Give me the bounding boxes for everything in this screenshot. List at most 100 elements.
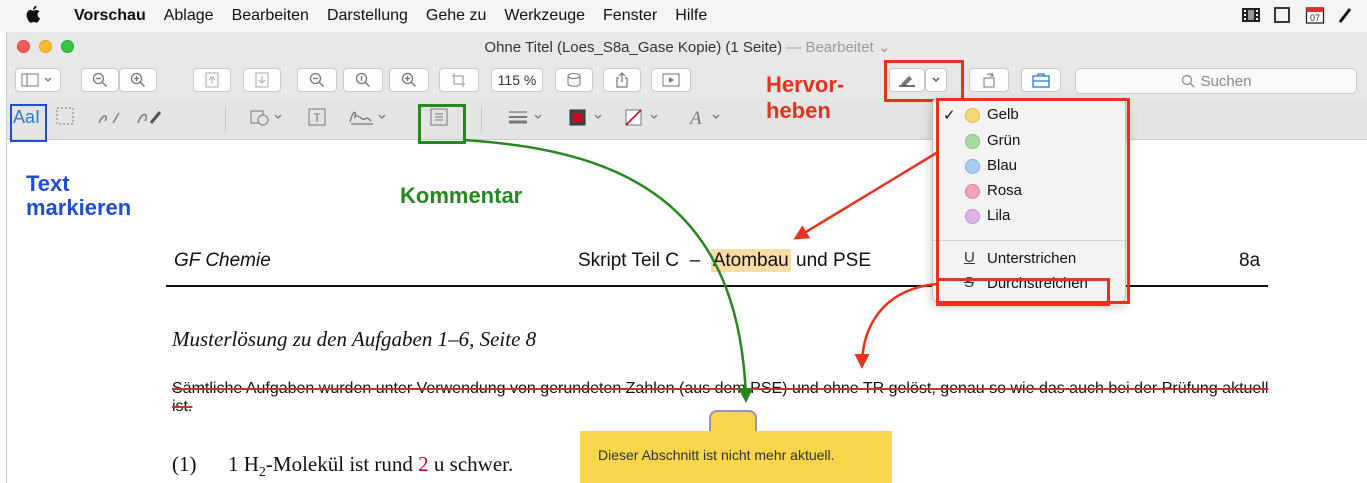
search-placeholder: Suchen — [1200, 72, 1252, 90]
menu-fenster[interactable]: Fenster — [603, 7, 657, 25]
share-icon — [616, 72, 628, 88]
database-button[interactable] — [555, 68, 593, 92]
markup-toolbar-button[interactable] — [1021, 68, 1061, 92]
doc-subtitle: Musterlösung zu den Aufgaben 1–6, Seite … — [172, 327, 537, 351]
doc-header-right: 8a — [1239, 250, 1261, 271]
menu-darstellung[interactable]: Darstellung — [327, 7, 408, 25]
item-subscript: 2 — [258, 465, 266, 481]
text-box-icon: T — [308, 108, 326, 126]
border-color-tool[interactable] — [567, 107, 607, 127]
sketch-tool[interactable] — [95, 107, 123, 127]
title-bar: Ohne Titel (Loes_S8a_Gase Kopie) (1 Seit… — [7, 32, 1367, 62]
line-style-icon — [509, 111, 542, 124]
border-color-icon — [569, 109, 602, 126]
fill-color-tool[interactable] — [623, 107, 663, 127]
markup-toolbar: AaI T A — [7, 98, 1367, 140]
text-box-tool[interactable]: T — [307, 107, 327, 127]
draw-icon — [137, 111, 162, 124]
slideshow-button[interactable] — [651, 68, 691, 92]
insert-page-button[interactable] — [243, 68, 281, 92]
menu-gehe-zu[interactable]: Gehe zu — [426, 7, 486, 25]
item-text-after: u schwer. — [428, 452, 514, 476]
item-text-mid: -Molekül ist rund — [265, 452, 419, 476]
toolbox-icon — [1032, 73, 1050, 88]
magnify-one-icon — [355, 72, 370, 87]
calendar-day: 07 — [1310, 13, 1320, 23]
signature-tool[interactable] — [347, 107, 393, 127]
item-value: 2 — [418, 452, 429, 476]
svg-text:A: A — [688, 108, 702, 128]
window-title: Ohne Titel (Loes_S8a_Gase Kopie) (1 Seit… — [7, 38, 1367, 56]
cylinder-icon — [567, 73, 581, 87]
strikethrough-callout-box — [936, 278, 1110, 306]
doc-header-left: GF Chemie — [174, 250, 271, 271]
rotate-button[interactable] — [969, 68, 1009, 92]
doc-header-middle-before: Skript Teil C – — [578, 250, 711, 271]
menu-bar: Vorschau Ablage Bearbeiten Darstellung G… — [0, 0, 1367, 32]
document-title: Ohne Titel (Loes_S8a_Gase Kopie) (1 Seit… — [484, 39, 783, 56]
window-square-icon[interactable] — [1273, 6, 1293, 24]
comment-callout-box — [418, 104, 466, 144]
zoom-in-icon — [130, 72, 145, 87]
fit-page-button[interactable] — [439, 68, 479, 92]
page-up-icon — [205, 72, 219, 88]
apple-menu-icon[interactable] — [26, 5, 54, 28]
crop-icon — [452, 73, 465, 87]
title-separator: — — [782, 39, 806, 56]
pen-tool-icon[interactable] — [1337, 6, 1357, 24]
item-number: (1) — [172, 452, 197, 476]
zoom-in-2-button[interactable] — [389, 68, 429, 92]
item-text-before: 1 H — [228, 452, 259, 476]
share-button[interactable] — [603, 68, 641, 92]
draw-tool[interactable] — [135, 107, 165, 127]
comment-note[interactable]: Dieser Abschnitt ist nicht mehr aktuell. — [580, 431, 892, 483]
zoom-in-button[interactable] — [119, 68, 157, 92]
actual-size-button[interactable] — [343, 68, 383, 92]
zoom-out-2-button[interactable] — [297, 68, 337, 92]
sketch-icon — [98, 112, 120, 124]
doc-header-middle-after: und PSE — [790, 250, 872, 271]
rect-selection-tool[interactable] — [55, 106, 75, 126]
film-strip-icon[interactable] — [1241, 6, 1261, 24]
magnify-plus-icon — [401, 72, 416, 87]
toolbar-separator-2 — [481, 106, 482, 132]
line-style-tool[interactable] — [507, 107, 547, 127]
main-toolbar: 115 % Suchen — [7, 62, 1367, 98]
menu-hilfe[interactable]: Hilfe — [675, 7, 707, 25]
shapes-tool[interactable] — [249, 107, 285, 127]
zoom-level[interactable]: 115 % — [491, 68, 543, 92]
fill-color-icon — [625, 109, 658, 126]
zoom-out-button[interactable] — [81, 68, 119, 92]
dotted-rect-icon — [56, 107, 74, 125]
magnify-minus-icon — [309, 72, 324, 87]
text-select-callout-box — [10, 104, 47, 142]
callout-highlight: Hervor- heben — [766, 72, 845, 123]
dropdown-callout-box — [936, 98, 1130, 304]
play-icon — [662, 73, 680, 87]
calendar-icon[interactable]: 07 — [1305, 6, 1325, 24]
callout-comment: Kommentar — [400, 183, 523, 208]
text-style-tool[interactable]: A — [687, 106, 727, 128]
rotate-icon — [983, 72, 995, 88]
edited-status[interactable]: Bearbeitet ⌄ — [805, 39, 890, 56]
menu-bearbeiten[interactable]: Bearbeiten — [232, 7, 309, 25]
shapes-icon — [250, 110, 282, 126]
menu-werkzeuge[interactable]: Werkzeuge — [504, 7, 585, 25]
menu-app-name[interactable]: Vorschau — [74, 7, 146, 25]
search-icon — [1181, 74, 1195, 88]
callout-text-select: Text markieren — [26, 171, 132, 220]
signature-icon — [349, 111, 386, 125]
highlight-callout-box — [884, 60, 964, 102]
search-field[interactable]: Suchen — [1075, 68, 1357, 94]
item-line: (1) 1 H2-Molekül ist rund 2 u schwer. — [172, 452, 513, 481]
toolbar-separator — [225, 106, 226, 132]
sidebar-toggle-button[interactable] — [15, 68, 61, 92]
svg-text:T: T — [313, 111, 321, 125]
zoom-out-icon — [92, 72, 107, 87]
menu-ablage[interactable]: Ablage — [164, 7, 214, 25]
share-page-button[interactable] — [193, 68, 231, 92]
highlighted-word[interactable]: Atombau — [710, 249, 791, 272]
note-text: Dieser Abschnitt ist nicht mehr aktuell. — [598, 447, 835, 463]
text-style-icon: A — [688, 108, 720, 128]
page-down-icon — [255, 72, 269, 88]
